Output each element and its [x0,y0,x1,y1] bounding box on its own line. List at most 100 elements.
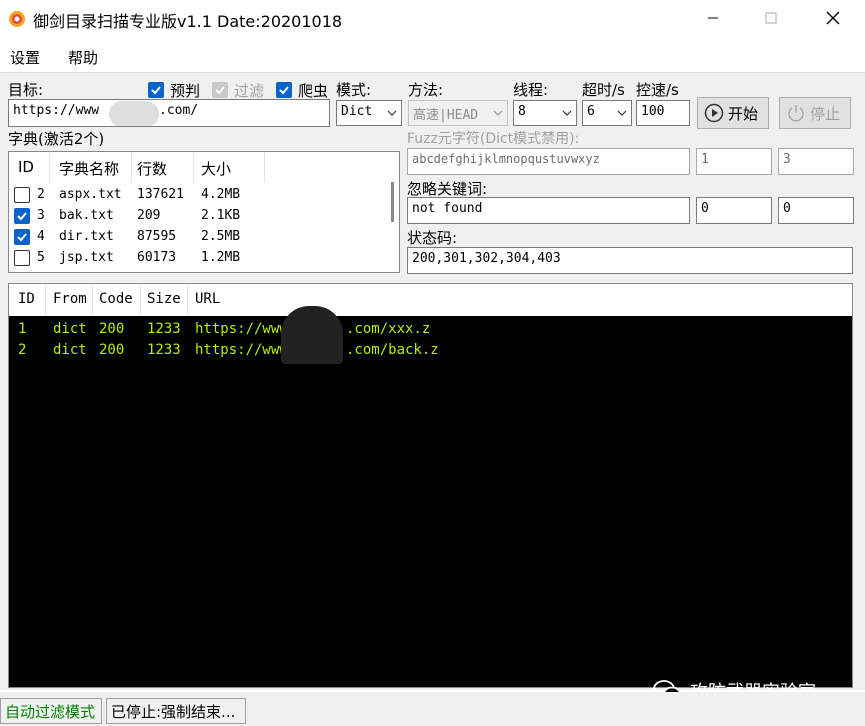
results-table[interactable]: ID From Code Size URL 1 dict 200 1233 ht… [8,283,853,688]
menu-settings[interactable]: 设置 [10,47,40,68]
ignore-label: 忽略关键词: [407,180,488,198]
dict-row[interactable]: 5 jsp.txt 60173 1.2MB [9,248,389,269]
timeout-value: 6 [587,104,595,119]
close-button[interactable] [810,0,856,36]
check-icon [17,233,27,242]
result-row[interactable]: 1 dict 200 1233 https://www .com/xxx.z [9,319,852,339]
check-icon [151,86,161,95]
dict-list-scrollbar[interactable] [387,152,399,272]
target-input[interactable]: https://www .com/ [8,99,330,127]
window-title: 御剑目录扫描专业版v1.1 Date:20201018 [33,12,343,31]
rate-label: 控速/s [636,81,679,99]
mode-label: 模式: [336,81,372,99]
ignore-keyword-input[interactable]: not found [407,197,690,224]
mode-select[interactable]: Dict [336,100,402,126]
fuzz-chars-input: abcdefghijklmnopqustuvwxyz [407,148,690,175]
crawler-checkbox[interactable] [276,82,292,98]
result-url-suffix: .com/xxx.z [346,321,431,337]
dict-row-id: 2 [37,187,45,202]
chevron-down-icon [562,110,572,116]
dict-row[interactable]: 3 bak.txt 209 2.1KB [9,206,389,227]
result-code: 200 [99,342,125,358]
status-state: 已停止:强制结束... [106,698,246,724]
filter-label: 过滤 [234,82,265,100]
col-lines: 行数 [137,160,168,178]
main-panel: 目标: https://www .com/ 预判 过滤 爬虫 模式: Dict … [0,72,865,690]
dict-row-size: 2.1KB [201,208,241,223]
chevron-down-icon [617,110,627,116]
maximize-button[interactable] [748,0,794,36]
status-code-input[interactable]: 200,301,302,304,403 [407,247,853,274]
stop-button: 停止 [779,97,851,129]
play-icon [704,103,724,123]
check-icon [279,86,289,95]
ignore-b-input[interactable]: 0 [778,197,854,224]
col-code: Code [99,291,133,307]
dict-row[interactable]: 2 aspx.txt 137621 4.2MB [9,185,389,206]
result-from: dict [53,342,87,358]
timeout-select[interactable]: 6 [582,100,632,126]
result-id: 1 [18,321,27,337]
dict-row[interactable]: 4 dir.txt 87595 2.5MB [9,227,389,248]
dict-row-checkbox[interactable] [14,250,30,266]
col-size: 大小 [201,160,232,178]
col-id: ID [18,291,35,307]
dict-row-name: bak.txt [59,208,114,223]
result-url-prefix: https://www [195,342,288,358]
dict-row-lines: 137621 [137,187,184,202]
dict-row-checkbox[interactable] [14,229,30,245]
status-mode: 自动过滤模式 [0,698,102,724]
maximize-icon [765,12,777,24]
status-bar: 自动过滤模式 已停止:强制结束... [0,692,865,726]
dict-row-id: 4 [37,229,45,244]
rate-input[interactable]: 100 [636,100,690,126]
method-value: 高速|HEAD [413,108,479,123]
dict-row-lines: 209 [137,208,161,223]
target-label: 目标: [8,81,44,99]
minimize-button[interactable] [690,0,736,36]
dict-list[interactable]: ID 字典名称 行数 大小 2 aspx.txt 137621 4.2MB 3 … [8,151,400,273]
dict-count-label: 字典(激活2个) [8,130,105,148]
menu-bar: 设置 帮助 [0,40,865,72]
app-logo-icon [9,11,25,27]
ignore-a-input[interactable]: 0 [696,197,772,224]
dict-row-id: 3 [37,208,45,223]
dict-row-name: dir.txt [59,229,114,244]
start-button[interactable]: 开始 [697,97,769,129]
method-label: 方法: [408,81,444,99]
dict-row-checkbox[interactable] [14,187,30,203]
col-name: 字典名称 [59,160,120,178]
col-size: Size [147,291,181,307]
col-from: From [53,291,87,307]
precheck-checkbox[interactable] [148,82,164,98]
results-header: ID From Code Size URL [9,284,852,316]
redaction-blur [109,101,159,126]
result-id: 2 [18,342,27,358]
start-button-label: 开始 [728,104,759,123]
minimize-icon [708,17,718,19]
dict-row-size: 4.2MB [201,187,241,202]
filter-checkbox [212,82,228,98]
check-icon [215,86,225,95]
status-code-label: 状态码: [407,229,458,247]
check-icon [17,212,27,221]
col-url: URL [195,291,221,307]
dict-row-lines: 60173 [137,250,177,265]
dict-list-header: ID 字典名称 行数 大小 [9,152,389,182]
redaction-blur [281,306,343,364]
col-id: ID [18,158,34,176]
menu-help[interactable]: 帮助 [68,47,98,68]
result-row[interactable]: 2 dict 200 1233 https://www .com/back.z [9,340,852,360]
crawler-label: 爬虫 [298,82,329,100]
scrollbar-thumb[interactable] [391,182,394,222]
result-size: 1233 [147,342,181,358]
result-size: 1233 [147,321,181,337]
power-icon [788,105,804,122]
dict-row-lines: 87595 [137,229,177,244]
threads-value: 8 [518,104,526,119]
dict-row-size: 1.2MB [201,250,241,265]
threads-select[interactable]: 8 [513,100,577,126]
chevron-down-icon [387,110,397,116]
dict-row-checkbox[interactable] [14,208,30,224]
chevron-down-icon [493,110,503,116]
